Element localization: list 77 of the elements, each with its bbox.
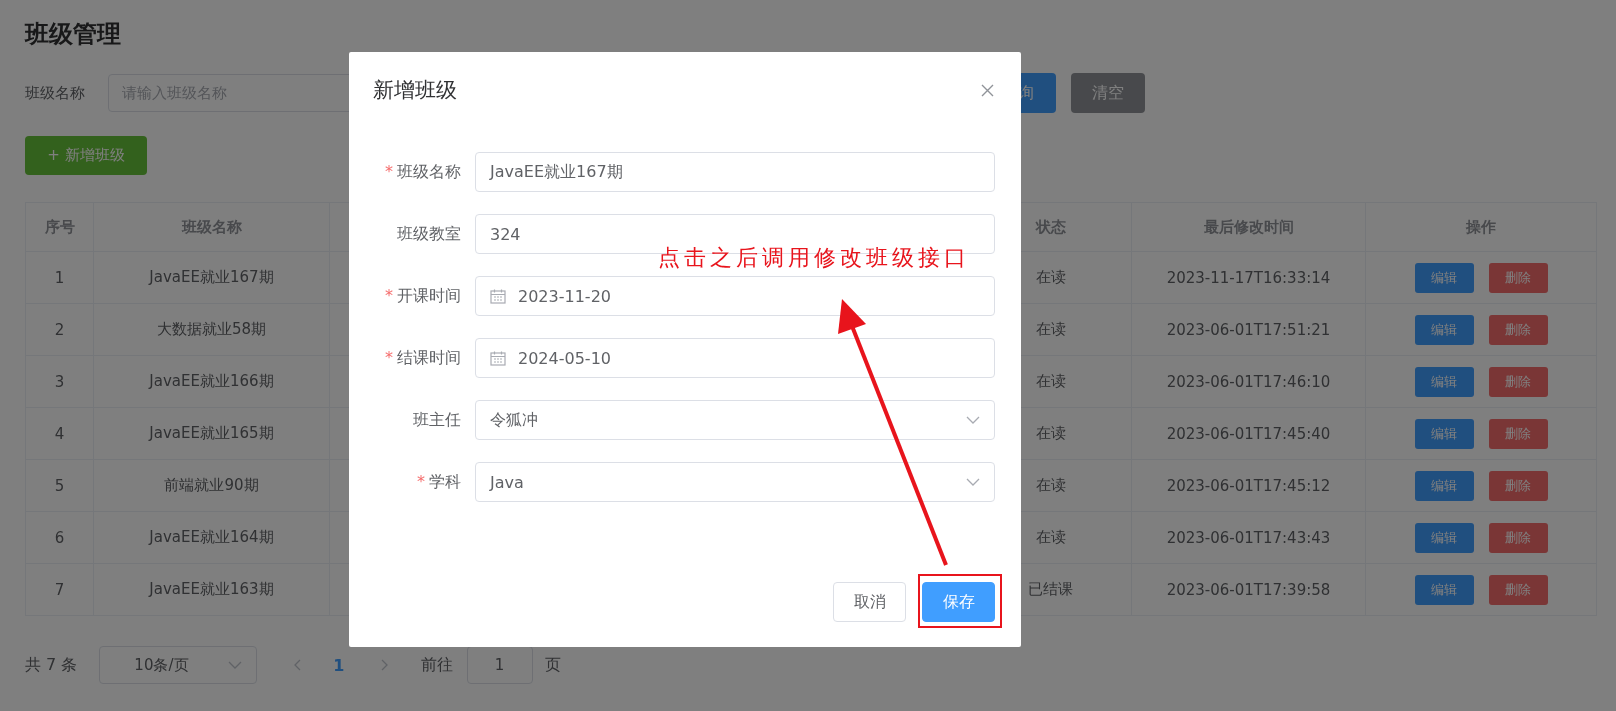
table-cell: 在读 — [1035, 528, 1066, 547]
table-cell: 2023-06-01T17:43:43 — [1166, 528, 1331, 547]
chevron-down-icon — [228, 661, 243, 669]
table-cell: 3 — [54, 372, 65, 391]
table-cell: 2023-06-01T17:45:12 — [1166, 476, 1331, 495]
table-cell: 2023-06-01T17:51:21 — [1166, 320, 1331, 339]
table-cell: 6 — [54, 528, 65, 547]
date-field[interactable]: 2024-05-10 — [475, 338, 995, 378]
table-cell: 5 — [54, 476, 65, 495]
table-cell: 2023-06-01T17:45:40 — [1166, 424, 1331, 443]
table-cell: 2 — [54, 320, 65, 339]
field-label: 学科 — [429, 471, 461, 491]
delete-button[interactable]: 删除 — [1488, 262, 1548, 293]
filter-label: 班级名称 — [25, 83, 86, 103]
table-cell: 1 — [54, 268, 65, 287]
chevron-down-icon — [966, 416, 980, 424]
table-cell: JavaEE就业165期 — [149, 424, 274, 443]
table-cell: 4 — [54, 424, 65, 443]
table-cell: JavaEE就业166期 — [149, 372, 274, 391]
table-cell: 大数据就业58期 — [156, 320, 267, 339]
required-mark: * — [385, 285, 393, 305]
field-label: 班级教室 — [397, 223, 461, 243]
edit-button[interactable]: 编辑 — [1414, 470, 1474, 501]
page-number[interactable]: 1 — [333, 655, 345, 675]
edit-button[interactable]: 编辑 — [1414, 314, 1474, 345]
cancel-button[interactable]: 取消 — [833, 582, 906, 622]
goto-label: 前往 — [420, 654, 453, 676]
calendar-icon — [490, 350, 506, 366]
table-cell: 已结课 — [1028, 580, 1073, 599]
page-unit-label: 页 — [544, 654, 561, 676]
next-page-icon[interactable] — [380, 659, 389, 671]
page-jump-field[interactable]: 1 — [466, 646, 533, 684]
previous-page-icon[interactable] — [293, 659, 302, 671]
calendar-icon — [490, 288, 506, 304]
date-field[interactable]: 2023-11-20 — [475, 276, 995, 316]
edit-button[interactable]: 编辑 — [1414, 522, 1474, 553]
edit-button[interactable]: 编辑 — [1414, 262, 1474, 293]
table-cell: 前端就业90期 — [164, 476, 259, 495]
dialog-title: 新增班级 — [373, 77, 457, 104]
table-cell: 在读 — [1035, 372, 1066, 391]
input-field[interactable]: JavaEE就业167期 — [475, 152, 995, 192]
table-cell: 7 — [54, 580, 65, 599]
table-cell: 在读 — [1035, 320, 1066, 339]
delete-button[interactable]: 删除 — [1488, 470, 1548, 501]
table-cell: 2023-11-17T16:33:14 — [1166, 268, 1331, 287]
required-mark: * — [385, 161, 393, 181]
table-cell: JavaEE就业164期 — [149, 528, 274, 547]
page-size-select[interactable]: 10条/页 — [99, 646, 258, 684]
table-cell: JavaEE就业163期 — [149, 580, 274, 599]
delete-button[interactable]: 删除 — [1488, 418, 1548, 449]
delete-button[interactable]: 删除 — [1488, 574, 1548, 605]
total-count: 共 7 条 — [25, 654, 78, 676]
delete-button[interactable]: 删除 — [1488, 366, 1548, 397]
edit-button[interactable]: 编辑 — [1414, 366, 1474, 397]
table-cell: 2023-06-01T17:39:58 — [1166, 580, 1331, 599]
delete-button[interactable]: 删除 — [1488, 522, 1548, 553]
select-field[interactable]: 令狐冲 — [475, 400, 995, 440]
save-button[interactable]: 保存 — [922, 582, 995, 622]
delete-button[interactable]: 删除 — [1488, 314, 1548, 345]
table-cell: 2023-06-01T17:46:10 — [1166, 372, 1331, 391]
table-cell: JavaEE就业167期 — [149, 268, 274, 287]
chevron-down-icon — [966, 478, 980, 486]
page-title: 班级管理 — [25, 19, 122, 50]
required-mark: * — [417, 471, 425, 491]
field-label: 结课时间 — [397, 347, 461, 367]
select-field[interactable]: Java — [475, 462, 995, 502]
table-cell: 在读 — [1035, 424, 1066, 443]
table-cell: 在读 — [1035, 268, 1066, 287]
add-class-button[interactable]: + 新增班级 — [25, 136, 147, 175]
edit-button[interactable]: 编辑 — [1414, 418, 1474, 449]
edit-button[interactable]: 编辑 — [1414, 574, 1474, 605]
field-label: 开课时间 — [397, 285, 461, 305]
field-label: 班级名称 — [397, 161, 461, 181]
field-label: 班主任 — [413, 409, 461, 429]
required-mark: * — [385, 347, 393, 367]
table-cell: 在读 — [1035, 476, 1066, 495]
close-icon[interactable] — [981, 83, 994, 97]
